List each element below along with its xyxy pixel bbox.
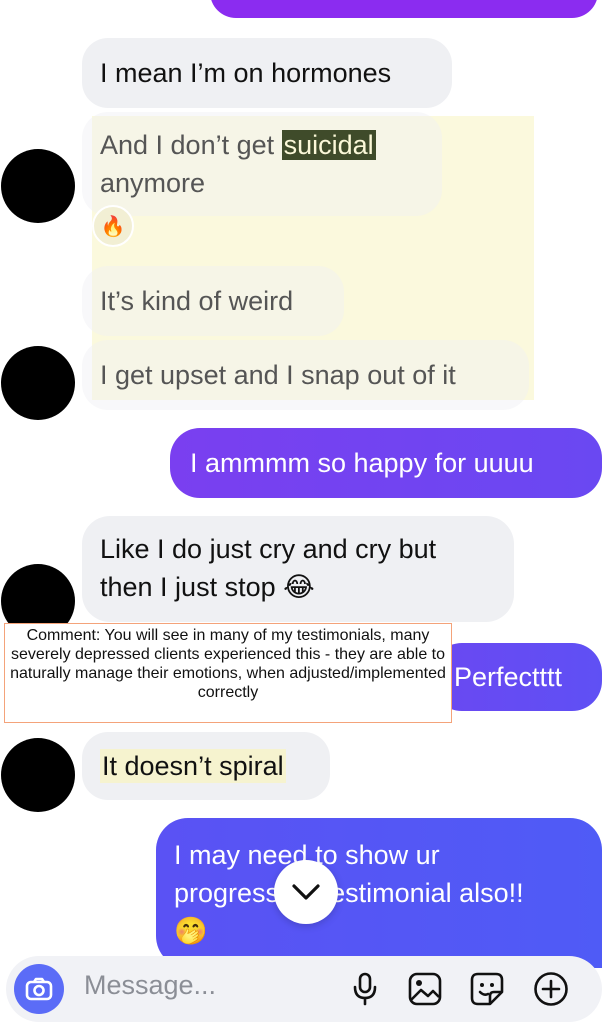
message-text-line: anymore — [100, 168, 206, 198]
sticker-button[interactable] — [468, 970, 506, 1008]
message-text: I get upset and I snap out of it — [100, 360, 456, 390]
comment-annotation: Comment: You will see in many of my test… — [4, 623, 452, 723]
message-text: I mean I’m on hormones — [100, 58, 392, 88]
comment-text: Comment: You will see in many of my test… — [10, 627, 446, 701]
message-bubble-outgoing[interactable]: I may need to show ur progress as testim… — [156, 818, 602, 968]
message-bubble-incoming[interactable]: I mean I’m on hormones — [82, 38, 452, 108]
message-text: It’s kind of weird — [100, 286, 294, 316]
message-text-line: 🤭 — [174, 916, 208, 946]
message-bubble-incoming[interactable]: It doesn’t spiral — [82, 732, 330, 800]
message-text: Perfectttt — [454, 662, 563, 692]
more-button[interactable] — [532, 970, 570, 1008]
gallery-button[interactable] — [406, 970, 444, 1008]
message-bubble-incoming[interactable]: And I don’t get suicidal anymore — [82, 112, 442, 216]
message-bubble-incoming[interactable]: I get upset and I snap out of it — [82, 340, 529, 410]
camera-button[interactable] — [14, 964, 64, 1014]
message-text-line: I may need to show ur — [174, 840, 440, 870]
camera-icon — [25, 977, 53, 1001]
message-bubble-incoming[interactable]: It’s kind of weird — [82, 266, 344, 336]
avatar[interactable] — [1, 738, 75, 812]
message-input[interactable]: Message... — [84, 970, 216, 1001]
avatar[interactable] — [1, 346, 75, 420]
highlighted-word: suicidal — [281, 130, 376, 160]
plus-circle-icon — [534, 972, 568, 1006]
fire-icon: 🔥 — [100, 215, 126, 238]
sticker-icon — [470, 972, 504, 1006]
reaction-badge[interactable]: 🔥 — [92, 205, 134, 247]
message-bubble-incoming[interactable]: Like I do just cry and cry but then I ju… — [82, 516, 514, 622]
microphone-icon — [353, 972, 377, 1006]
message-text-line: Like I do just cry and cry but — [100, 534, 437, 564]
chevron-down-icon — [292, 884, 320, 900]
message-text-line: And I don’t get suicidal — [100, 126, 424, 164]
message-bubble-outgoing[interactable]: Perfectttt — [432, 643, 602, 711]
gallery-icon — [408, 972, 442, 1006]
avatar[interactable] — [1, 149, 75, 223]
message-text: I ammmm so happy for uuuu — [190, 448, 534, 478]
message-text-line: then I just stop 😂 — [100, 572, 315, 602]
message-text: And I don’t get — [100, 130, 282, 160]
message-bubble-outgoing-cropped — [210, 0, 598, 18]
message-text-highlighted: It doesn’t spiral — [100, 749, 286, 783]
microphone-button[interactable] — [346, 970, 384, 1008]
scroll-to-bottom-button[interactable] — [274, 860, 338, 924]
message-text-line: progress as testimonial also!! — [174, 878, 524, 908]
message-composer: Message... — [6, 956, 602, 1022]
message-bubble-outgoing[interactable]: I ammmm so happy for uuuu — [170, 428, 602, 498]
